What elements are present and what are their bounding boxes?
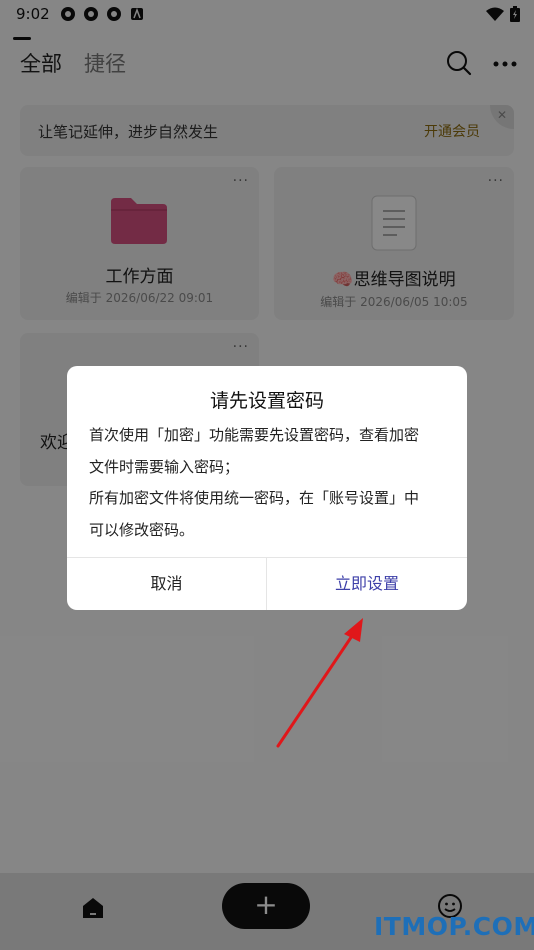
red-arrow-annotation-icon	[276, 618, 363, 748]
cancel-button[interactable]: 取消	[67, 558, 266, 610]
watermark: ITMOP.COM	[374, 912, 534, 941]
dialog-message-line: 文件时需要输入密码；	[89, 457, 240, 476]
dialog-title: 请先设置密码	[209, 390, 324, 412]
dialog-message: 首次使用「加密」功能需要先设置密码，查看加密 文件时需要输入密码； 所有加密文件…	[89, 420, 449, 546]
set-password-dialog: 请先设置密码 首次使用「加密」功能需要先设置密码，查看加密 文件时需要输入密码；…	[67, 366, 467, 610]
dialog-message-line: 可以修改密码。	[89, 520, 195, 539]
dialog-message-line: 所有加密文件将使用统一密码，在「账号设置」中	[89, 489, 420, 507]
dialog-message-line: 首次使用「加密」功能需要先设置密码，查看加密	[89, 426, 420, 444]
